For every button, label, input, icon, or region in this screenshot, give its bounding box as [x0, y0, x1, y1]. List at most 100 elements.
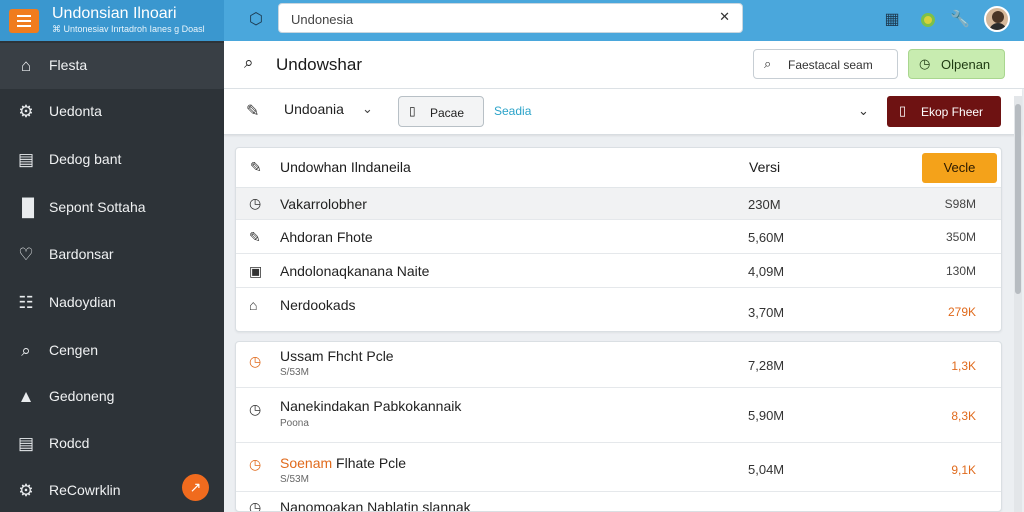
file-icon: ▯: [899, 103, 907, 118]
sidebar-item-label: Cengen: [49, 342, 99, 358]
search-icon: ⌕: [764, 56, 772, 71]
row-name: Soenam Flhate Pcle: [280, 455, 406, 471]
grid-icon[interactable]: ▦: [882, 8, 902, 32]
sidebar-item-flesta[interactable]: ⌂ Flesta: [0, 43, 224, 89]
row-size: 279K: [947, 305, 976, 319]
sidebar-item-label: ReCowrklin: [49, 482, 121, 498]
file-table: ✎ Undowhan Ilndaneila Versi Vecle ◷ Vaka…: [235, 147, 1002, 332]
avatar[interactable]: [984, 6, 1010, 32]
people-icon: ▐▌: [16, 198, 41, 217]
wrench-icon[interactable]: 🔧: [950, 8, 970, 32]
top-bar: Undonsian Ilnoari ⌘ Untonesiav Inrtadroh…: [0, 0, 1024, 41]
clock-icon: ◷: [249, 195, 262, 211]
chevron-down-icon[interactable]: ⌄: [362, 101, 373, 117]
search-action-button[interactable]: ⌕ Faestacal seam: [753, 49, 898, 79]
row-name: Nanekindakan Pabkokannaik: [280, 398, 462, 414]
row-subtitle: Poona: [280, 418, 309, 429]
clear-search-icon[interactable]: ✕: [719, 9, 730, 25]
sidebar-item-dedog-bant[interactable]: ▤ Dedog bant: [0, 137, 224, 183]
edit-icon: ✎: [246, 103, 260, 120]
sidebar-item-gedoneng[interactable]: ▲ Gedoneng: [0, 374, 224, 420]
button-label: Olpenan: [941, 57, 991, 72]
timer-icon: ◷: [249, 401, 262, 417]
table-row[interactable]: ▣ Andolonaqkanana Naite 4,09M 130M: [236, 254, 1001, 288]
table-row[interactable]: ◷ Nanomoakan Nablatin slannak: [236, 492, 1001, 512]
sidebar-item-label: Bardonsar: [49, 246, 114, 262]
main-header: ⌕ Undowshar ⌕ Faestacal seam ◷ Olpenan: [224, 41, 1024, 89]
button-label: Faestacal seam: [788, 58, 873, 72]
search-icon: ⌕: [21, 341, 31, 360]
column-header-name: Undowhan Ilndaneila: [280, 159, 411, 175]
row-version: 3,70M: [748, 305, 785, 320]
table-row[interactable]: ◷ Vakarrolobher 230M S98M: [236, 188, 1001, 220]
row-name: Ussam Fhcht Pcle: [280, 348, 394, 364]
row-name: Ahdoran Fhote: [280, 229, 373, 245]
row-name: Nerdookads: [280, 297, 356, 313]
view-button[interactable]: Vecle: [922, 153, 997, 183]
chevron-down-icon[interactable]: ⌄: [858, 103, 869, 119]
row-subtitle: S/53M: [280, 367, 309, 378]
sidebar-item-label: Nadoydian: [49, 294, 116, 310]
app-title: Undonsian Ilnoari: [52, 5, 177, 22]
sidebar-item-label: Dedog bant: [49, 151, 122, 167]
filter-chip[interactable]: ▯ Pacae: [398, 96, 484, 127]
table-header: ✎ Undowhan Ilndaneila Versi Vecle: [236, 148, 1001, 188]
filter-link[interactable]: Seadia: [494, 104, 531, 118]
quick-action-button[interactable]: ↗: [182, 474, 209, 501]
folder-icon: ⌂: [249, 297, 258, 313]
row-name: Nanomoakan Nablatin slannak: [280, 499, 471, 512]
row-version: 4,09M: [748, 264, 785, 279]
app-logo-icon[interactable]: [9, 9, 39, 33]
export-button[interactable]: ▯ Ekop Fheer: [887, 96, 1001, 127]
table-row[interactable]: ◷ Nanekindakan Pabkokannaik Poona 5,90M …: [236, 388, 1001, 443]
scrollbar-thumb[interactable]: [1015, 104, 1021, 294]
document-icon: ☷: [18, 293, 34, 312]
row-version: 5,04M: [748, 462, 785, 477]
extension-icon[interactable]: ⬡: [246, 8, 266, 32]
file-table-secondary: ◷ Ussam Fhcht Pcle S/53M 7,28M 1,3K ◷ Na…: [235, 341, 1002, 512]
row-version: 5,60M: [748, 230, 785, 245]
table-row[interactable]: ◷ Ussam Fhcht Pcle S/53M 7,28M 1,3K: [236, 342, 1001, 388]
row-size: 350M: [945, 230, 976, 244]
row-name-rest: Flhate Pcle: [332, 455, 407, 471]
file-icon: ▯: [409, 104, 416, 118]
sidebar-item-sepont-sottaha[interactable]: ▐▌ Sepont Sottaha: [0, 185, 224, 231]
timer-icon: ◷: [249, 456, 262, 472]
row-name: Vakarrolobher: [280, 196, 367, 212]
sidebar-item-bardonsar[interactable]: ♡ Bardonsar: [0, 232, 224, 278]
button-label: Ekop Fheer: [921, 105, 984, 119]
region-select[interactable]: Undoania: [284, 101, 344, 117]
sidebar-item-uedonta[interactable]: ⚙ Uedonta: [0, 89, 224, 135]
gear-icon: ⚙: [18, 102, 34, 121]
status-dot-icon[interactable]: [918, 8, 938, 32]
brand-area: Undonsian Ilnoari ⌘ Untonesiav Inrtadroh…: [0, 0, 224, 41]
edit-icon: ✎: [249, 229, 261, 245]
sidebar-item-rodcd[interactable]: ▤ Rodcd: [0, 421, 224, 467]
app-window: Undonsian Ilnoari ⌘ Untonesiav Inrtadroh…: [0, 0, 1024, 512]
global-search-input[interactable]: [291, 9, 711, 29]
row-version: 230M: [748, 197, 781, 212]
row-name: Andolonaqkanana Naite: [280, 263, 430, 279]
settings-icon: ⚙: [18, 481, 34, 500]
image-icon: ▣: [249, 263, 263, 279]
sidebar-item-label: Flesta: [49, 57, 88, 73]
file-icon: ▤: [17, 434, 35, 453]
row-size: 130M: [945, 264, 976, 278]
global-search[interactable]: ✕: [278, 3, 743, 33]
search-icon[interactable]: ⌕: [244, 53, 254, 73]
table-row[interactable]: ⌂ Nerdookads 3,70M 279K: [236, 288, 1001, 331]
filter-bar: ✎ Undoania ⌄ ▯ Pacae Seadia ⌄ ▯ Ekop Fhe…: [224, 89, 1022, 135]
clock-icon: ◷: [919, 56, 931, 71]
sidebar-item-label: Gedoneng: [49, 388, 115, 404]
heart-icon: ♡: [18, 245, 34, 264]
open-button[interactable]: ◷ Olpenan: [908, 49, 1005, 79]
sidebar-item-cengen[interactable]: ⌕ Cengen: [0, 328, 224, 374]
row-size: 1,3K: [951, 359, 976, 373]
row-version: 7,28M: [748, 358, 785, 373]
upload-icon: ▲: [17, 387, 35, 406]
row-size: 9,1K: [951, 463, 976, 477]
table-row[interactable]: ◷ Soenam Flhate Pcle S/53M 5,04M 9,1K: [236, 443, 1001, 492]
sidebar-item-nadoydian[interactable]: ☷ Nadoydian: [0, 280, 224, 326]
sidebar-item-label: Uedonta: [49, 103, 102, 119]
table-row[interactable]: ✎ Ahdoran Fhote 5,60M 350M: [236, 220, 1001, 254]
